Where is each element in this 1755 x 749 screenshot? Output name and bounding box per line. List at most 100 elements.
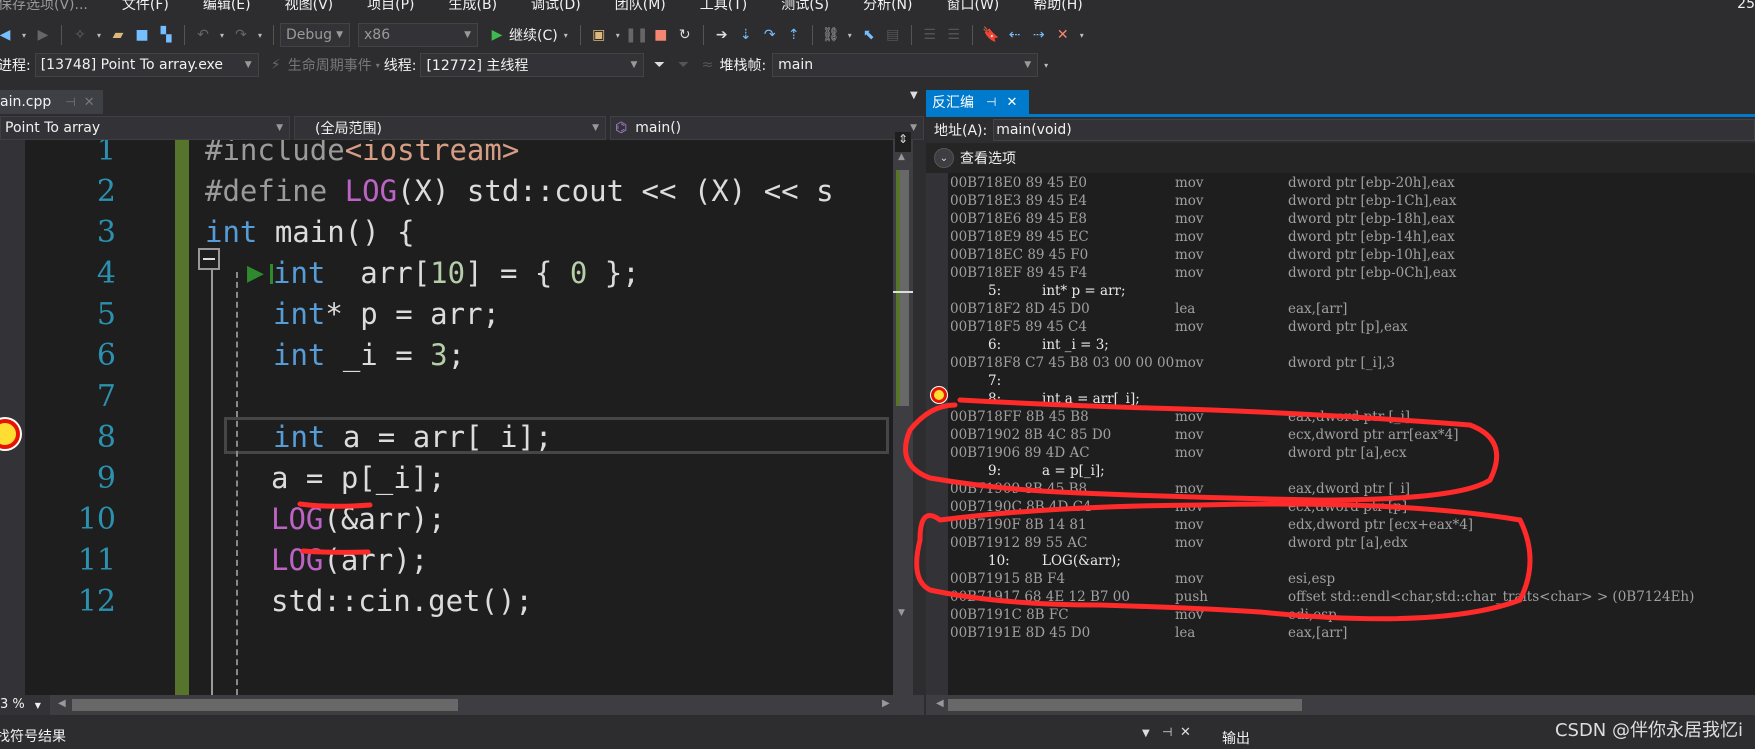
code-line[interactable]: 6 int _i = 3; bbox=[0, 333, 900, 378]
close-icon[interactable]: ✕ bbox=[1006, 95, 1017, 110]
close-icon[interactable]: ✕ bbox=[1180, 725, 1191, 740]
editor-vertical-scrollbar[interactable]: ⇕ ▲ ▼ bbox=[893, 132, 913, 695]
clear-bookmarks-icon[interactable]: ✕ bbox=[1054, 26, 1072, 44]
step-over-icon[interactable]: ↷ bbox=[761, 26, 779, 44]
menu-help[interactable]: 帮助(H) bbox=[1033, 0, 1082, 12]
scroll-left-icon[interactable]: ◀ bbox=[58, 698, 66, 709]
code-line[interactable]: 10 LOG(&arr); bbox=[0, 497, 900, 542]
scroll-left-icon[interactable]: ◀ bbox=[936, 698, 944, 709]
redo-icon[interactable]: ↷ bbox=[232, 26, 250, 44]
code-line[interactable]: 9 a = p[_i]; bbox=[0, 456, 900, 501]
open-file-icon[interactable]: ▰ bbox=[109, 26, 127, 44]
menu-tools[interactable]: 工具(T) bbox=[700, 0, 747, 12]
disassembly-horizontal-scrollbar[interactable]: ◀ bbox=[926, 695, 1755, 715]
previous-bookmark-icon[interactable]: ⇠ bbox=[1006, 26, 1024, 44]
horizontal-scroll-thumb[interactable] bbox=[948, 699, 1302, 711]
code-line[interactable]: 4 int arr[10] = { 0 }; bbox=[0, 251, 900, 296]
menu-window[interactable]: 窗口(W) bbox=[946, 0, 999, 12]
collapse-icon[interactable] bbox=[198, 248, 220, 270]
new-dropdown-icon[interactable]: ▾ bbox=[95, 26, 103, 44]
show-next-statement-icon[interactable]: ➔ bbox=[713, 26, 731, 44]
redo-dropdown-icon[interactable]: ▾ bbox=[256, 26, 264, 44]
menu-team[interactable]: 团队(M) bbox=[615, 0, 666, 12]
horizontal-scroll-thumb[interactable] bbox=[72, 699, 458, 711]
tab-overflow-icon[interactable]: ▼ bbox=[910, 90, 918, 101]
address-input[interactable]: main(void) bbox=[993, 119, 1755, 141]
disassembly-view[interactable]: 00B718E0 89 45 E0 mov dword ptr [ebp-20h],… bbox=[926, 173, 1755, 695]
next-bookmark-icon[interactable]: ⇢ bbox=[1030, 26, 1048, 44]
menu-edit[interactable]: 编辑(E) bbox=[203, 0, 251, 12]
menu-view[interactable]: 视图(V) bbox=[285, 0, 334, 12]
process-dropdown[interactable]: [13748] Point To array.exe ▼ bbox=[34, 53, 259, 77]
close-icon[interactable]: ✕ bbox=[84, 95, 95, 110]
zoom-level-dropdown[interactable]: 3 % ▼ bbox=[0, 695, 50, 715]
pin-icon[interactable]: ⊣ bbox=[986, 95, 996, 109]
pin-icon[interactable]: ⊣ bbox=[1162, 725, 1172, 739]
code-line[interactable]: 11 LOG(arr); bbox=[0, 538, 900, 583]
find-in-files-icon[interactable]: ▣ bbox=[590, 26, 608, 44]
tab-disassembly[interactable]: 反汇编 ⊣ ✕ bbox=[926, 90, 1029, 114]
pointer-select-icon[interactable]: ⬉ bbox=[860, 26, 878, 44]
restart-icon[interactable]: ↻ bbox=[676, 26, 694, 44]
show-threads-icon[interactable]: ≈ bbox=[698, 56, 716, 74]
continue-dropdown-icon[interactable]: ▾ bbox=[561, 26, 571, 44]
continue-button[interactable]: 继续(C) bbox=[509, 25, 558, 45]
hex-display-icon[interactable]: ⛓ bbox=[822, 26, 840, 44]
menu-debug[interactable]: 调试(D) bbox=[531, 0, 581, 12]
scroll-up-icon[interactable]: ▲ bbox=[898, 152, 905, 162]
step-out-icon[interactable]: ⇡ bbox=[785, 26, 803, 44]
overflow-icon[interactable]: ▾ bbox=[614, 26, 622, 44]
uncomment-icon[interactable]: ☰ bbox=[945, 26, 963, 44]
step-into-icon[interactable]: ⇣ bbox=[737, 26, 755, 44]
output-panel-title[interactable]: 输出 bbox=[1222, 728, 1250, 748]
project-dropdown[interactable]: Point To array ▼ bbox=[0, 116, 290, 140]
stack-frame-dropdown[interactable]: main ▼ bbox=[772, 53, 1039, 77]
toolbar-options-icon[interactable]: ▾ bbox=[1041, 56, 1051, 74]
code-line[interactable]: 5 int* p = arr; bbox=[0, 292, 900, 337]
break-all-icon[interactable]: ❚❚ bbox=[625, 26, 648, 44]
menu-save-options[interactable]: 保存选项(V)... bbox=[0, 0, 88, 12]
find-symbol-results-title[interactable]: 找符号结果 bbox=[0, 726, 66, 746]
platform-dropdown[interactable]: x86 ▼ bbox=[358, 23, 478, 47]
scope-dropdown[interactable]: (全局范围) ▼ bbox=[294, 116, 606, 140]
undo-icon[interactable]: ↶ bbox=[194, 26, 212, 44]
code-line[interactable]: 2 #define LOG(X) std::cout << (X) << s bbox=[0, 169, 900, 214]
layout-icon[interactable]: ▤ bbox=[884, 26, 902, 44]
stop-debugging-icon[interactable]: ■ bbox=[652, 26, 670, 44]
code-editor[interactable]: 1 #include<iostream> 2 #define LOG(X) std::… bbox=[0, 140, 900, 695]
back-dropdown-icon[interactable]: ▾ bbox=[20, 26, 28, 44]
forward-icon[interactable]: ▶ bbox=[34, 26, 52, 44]
menu-project[interactable]: 项目(P) bbox=[367, 0, 414, 12]
thread-dropdown[interactable]: [12772] 主线程 ▼ bbox=[420, 53, 645, 77]
pin-icon[interactable]: ⊣ bbox=[65, 95, 75, 109]
split-icon[interactable]: ⇕ bbox=[895, 132, 911, 152]
panel-dropdown-icon[interactable]: ▼ bbox=[1142, 728, 1150, 739]
new-project-icon[interactable]: ✧ bbox=[71, 26, 89, 44]
continue-icon[interactable]: ▶ bbox=[488, 26, 506, 44]
view-options-toggle[interactable]: 查看选项 bbox=[960, 148, 1016, 168]
undo-dropdown-icon[interactable]: ▾ bbox=[218, 26, 226, 44]
expand-icon[interactable]: ⌄ bbox=[934, 148, 954, 168]
menu-analyze[interactable]: 分析(N) bbox=[863, 0, 912, 12]
toolbar-options-icon[interactable]: ▾ bbox=[1078, 26, 1086, 44]
flag-filter-icon[interactable]: ⏷ bbox=[674, 56, 692, 74]
overflow-icon[interactable]: ▾ bbox=[846, 26, 854, 44]
menu-test[interactable]: 测试(S) bbox=[781, 0, 829, 12]
function-dropdown[interactable]: ⌬ main() ▼ bbox=[610, 116, 924, 140]
lifecycle-events-button[interactable]: 生命周期事件 bbox=[288, 55, 372, 75]
scroll-right-icon[interactable]: ▶ bbox=[882, 698, 890, 709]
tab-main-cpp[interactable]: ain.cpp ⊣ ✕ bbox=[0, 90, 103, 114]
save-icon[interactable]: ■ bbox=[133, 26, 151, 44]
code-line[interactable]: 7 bbox=[0, 374, 900, 419]
bookmark-icon[interactable]: 🔖 bbox=[982, 26, 1000, 44]
configuration-dropdown[interactable]: Debug ▼ bbox=[280, 23, 350, 47]
save-all-icon[interactable]: ▚ bbox=[157, 26, 175, 44]
filter-icon[interactable]: ⏷ bbox=[650, 56, 668, 74]
run-to-click-icon[interactable]: ▶ bbox=[247, 261, 264, 286]
comment-icon[interactable]: ☰ bbox=[921, 26, 939, 44]
back-icon[interactable]: ◀ bbox=[0, 26, 14, 44]
scroll-down-icon[interactable]: ▼ bbox=[898, 608, 905, 618]
code-line[interactable]: 12 std::cin.get(); bbox=[0, 579, 900, 624]
menu-file[interactable]: 文件(F) bbox=[122, 0, 169, 12]
code-line[interactable]: 3 int main() { bbox=[0, 210, 900, 255]
